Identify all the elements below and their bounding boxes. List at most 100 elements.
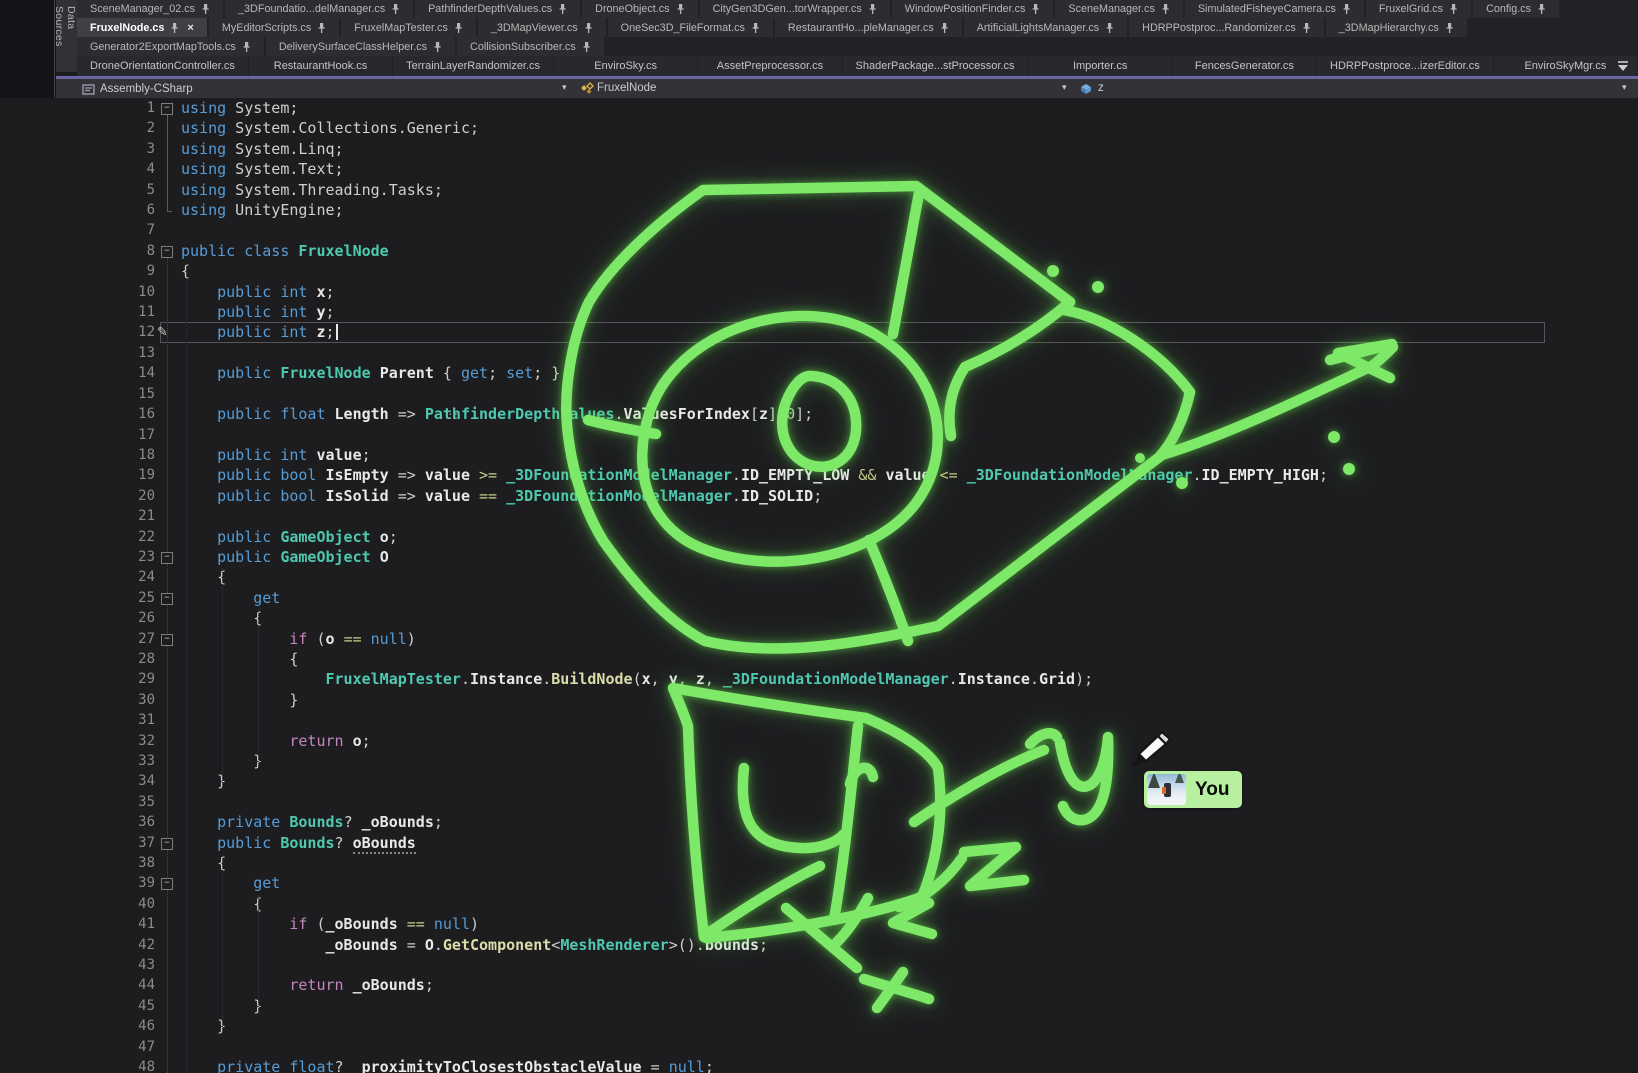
code-line-45[interactable]: 45 } — [0, 996, 1638, 1016]
code-line-40[interactable]: 40 { — [0, 894, 1638, 914]
tab--3dmaphierarchy-cs[interactable]: _3DMapHierarchy.cs — [1326, 18, 1467, 37]
code-line-15[interactable]: 15 — [0, 384, 1638, 404]
code-line-19[interactable]: 19 public bool IsEmpty => value >= _3DFo… — [0, 465, 1638, 485]
tab-artificiallightsmanager-cs[interactable]: ArtificialLightsManager.cs — [964, 18, 1127, 37]
pin-icon[interactable] — [1445, 22, 1454, 34]
tab-fruxelmaptester-cs[interactable]: FruxelMapTester.cs — [341, 18, 476, 37]
pin-icon[interactable] — [1449, 3, 1458, 15]
pin-icon[interactable] — [1161, 3, 1170, 15]
code-line-16[interactable]: 16 public float Length => PathfinderDept… — [0, 404, 1638, 424]
pin-icon[interactable] — [1342, 3, 1351, 15]
code-line-8[interactable]: 8−public class FruxelNode — [0, 241, 1638, 261]
code-line-46[interactable]: 46 } — [0, 1016, 1638, 1036]
panel-tab-data-sources[interactable]: Data Sources — [56, 0, 77, 72]
tab-collisionsubscriber-cs[interactable]: CollisionSubscriber.cs — [457, 37, 604, 56]
pin-icon[interactable] — [676, 3, 685, 15]
code-line-37[interactable]: 37− public Bounds? oBounds — [0, 833, 1638, 853]
code-line-4[interactable]: 4using System.Text; — [0, 159, 1638, 179]
code-line-35[interactable]: 35 — [0, 792, 1638, 812]
code-line-24[interactable]: 24 { — [0, 567, 1638, 587]
tab-fencesgenerator-cs[interactable]: FencesGenerator.cs — [1173, 56, 1316, 76]
pin-icon[interactable] — [1537, 3, 1546, 15]
code-line-34[interactable]: 34 } — [0, 771, 1638, 791]
pin-icon[interactable] — [170, 22, 179, 34]
code-line-36[interactable]: 36 private Bounds? _oBounds; — [0, 812, 1638, 832]
code-line-43[interactable]: 43 — [0, 955, 1638, 975]
tab-shaderpackage-stprocessor-cs[interactable]: ShaderPackage...stProcessor.cs — [843, 56, 1028, 76]
code-line-14[interactable]: 14 public FruxelNode Parent { get; set; … — [0, 363, 1638, 383]
tab-scenemanager-cs[interactable]: SceneManager.cs — [1055, 0, 1182, 18]
tab-restauranthook-cs[interactable]: RestaurantHook.cs — [249, 56, 392, 76]
code-line-5[interactable]: 5using System.Threading.Tasks; — [0, 180, 1638, 200]
code-line-26[interactable]: 26 { — [0, 608, 1638, 628]
tab-simulatedfisheyecamera-cs[interactable]: SimulatedFisheyeCamera.cs — [1185, 0, 1364, 18]
fold-collapse-icon[interactable]: − — [161, 246, 173, 258]
pin-icon[interactable] — [584, 22, 593, 34]
code-line-17[interactable]: 17 — [0, 425, 1638, 445]
tab-citygen3dgen-torwrapper-cs[interactable]: CityGen3DGen...torWrapper.cs — [700, 0, 890, 18]
code-line-48[interactable]: 48 private float? proximityToClosestObst… — [0, 1057, 1638, 1073]
tab-hdrppostproce-izereditor-cs[interactable]: HDRPPostproce...izerEditor.cs — [1317, 56, 1493, 76]
fold-collapse-icon[interactable]: − — [161, 593, 173, 605]
code-line-22[interactable]: 22 public GameObject o; — [0, 527, 1638, 547]
tab-scenemanager-02-cs[interactable]: SceneManager_02.cs — [77, 0, 223, 18]
pin-icon[interactable] — [317, 22, 326, 34]
code-line-29[interactable]: 29 FruxelMapTester.Instance.BuildNode(x,… — [0, 669, 1638, 689]
code-line-38[interactable]: 38 { — [0, 853, 1638, 873]
tab-pathfinderdepthvalues-cs[interactable]: PathfinderDepthValues.cs — [415, 0, 580, 18]
fold-collapse-icon[interactable]: − — [161, 838, 173, 850]
tab-generator2exportmaptools-cs[interactable]: Generator2ExportMapTools.cs — [77, 37, 264, 56]
type-dropdown[interactable]: FruxelNode — [597, 82, 656, 94]
tab-droneorientationcontroller-cs[interactable]: DroneOrientationController.cs — [77, 56, 248, 76]
fold-collapse-icon[interactable]: − — [161, 634, 173, 646]
code-line-42[interactable]: 42 _oBounds = O.GetComponent<MeshRendere… — [0, 935, 1638, 955]
tab-config-cs[interactable]: Config.cs — [1473, 0, 1559, 18]
tab-hdrppostproc-randomizer-cs[interactable]: HDRPPostproc...Randomizer.cs — [1129, 18, 1324, 37]
pin-icon[interactable] — [940, 22, 949, 34]
code-line-33[interactable]: 33 } — [0, 751, 1638, 771]
project-dropdown[interactable]: Assembly-CSharp — [100, 83, 193, 95]
fold-collapse-icon[interactable]: − — [161, 552, 173, 564]
code-editor[interactable]: 1−using System;2using System.Collections… — [0, 98, 1638, 1073]
code-line-28[interactable]: 28 { — [0, 649, 1638, 669]
code-line-25[interactable]: 25− get — [0, 588, 1638, 608]
fold-collapse-icon[interactable]: − — [161, 878, 173, 890]
chevron-down-icon[interactable]: ▾ — [1062, 83, 1067, 92]
code-line-18[interactable]: 18 public int value; — [0, 445, 1638, 465]
pin-icon[interactable] — [582, 41, 591, 53]
code-line-3[interactable]: 3using System.Linq; — [0, 139, 1638, 159]
fold-collapse-icon[interactable]: − — [161, 103, 173, 115]
tab-windowpositionfinder-cs[interactable]: WindowPositionFinder.cs — [892, 0, 1054, 18]
pin-icon[interactable] — [201, 3, 210, 15]
code-line-9[interactable]: 9{ — [0, 261, 1638, 281]
code-line-39[interactable]: 39− get — [0, 873, 1638, 893]
tab-myeditorscripts-cs[interactable]: MyEditorScripts.cs — [209, 18, 339, 37]
pin-icon[interactable] — [433, 41, 442, 53]
code-line-6[interactable]: 6using UnityEngine; — [0, 200, 1638, 220]
tab-fruxelnode-cs[interactable]: FruxelNode.cs× — [77, 18, 207, 37]
tab--3dfoundatio-delmanager-cs[interactable]: _3DFoundatio...delManager.cs — [225, 0, 413, 18]
code-line-27[interactable]: 27− if (o == null) — [0, 629, 1638, 649]
code-line-11[interactable]: 11 public int y; — [0, 302, 1638, 322]
close-icon[interactable]: × — [187, 22, 193, 34]
pin-icon[interactable] — [454, 22, 463, 34]
tab-droneobject-cs[interactable]: DroneObject.cs — [582, 0, 697, 18]
member-dropdown[interactable]: z — [1098, 82, 1104, 94]
code-line-41[interactable]: 41 if (_oBounds == null) — [0, 914, 1638, 934]
code-line-21[interactable]: 21 — [0, 506, 1638, 526]
tab-assetpreprocessor-cs[interactable]: AssetPreprocessor.cs — [698, 56, 841, 76]
tab-fruxelgrid-cs[interactable]: FruxelGrid.cs — [1366, 0, 1471, 18]
code-line-13[interactable]: 13 — [0, 343, 1638, 363]
pin-icon[interactable] — [1302, 22, 1311, 34]
code-line-2[interactable]: 2using System.Collections.Generic; — [0, 118, 1638, 138]
code-line-12[interactable]: 12 public int z;✎ — [0, 322, 1638, 342]
tab-terrainlayerrandomizer-cs[interactable]: TerrainLayerRandomizer.cs — [393, 56, 553, 76]
tab-envirosky-cs[interactable]: EnviroSky.cs — [554, 56, 697, 76]
code-line-1[interactable]: 1−using System; — [0, 98, 1638, 118]
tab--3dmapviewer-cs[interactable]: _3DMapViewer.cs — [478, 18, 606, 37]
pin-icon[interactable] — [751, 22, 760, 34]
code-line-47[interactable]: 47 — [0, 1037, 1638, 1057]
code-line-10[interactable]: 10 public int x; — [0, 282, 1638, 302]
code-line-32[interactable]: 32 return o; — [0, 731, 1638, 751]
pin-icon[interactable] — [868, 3, 877, 15]
